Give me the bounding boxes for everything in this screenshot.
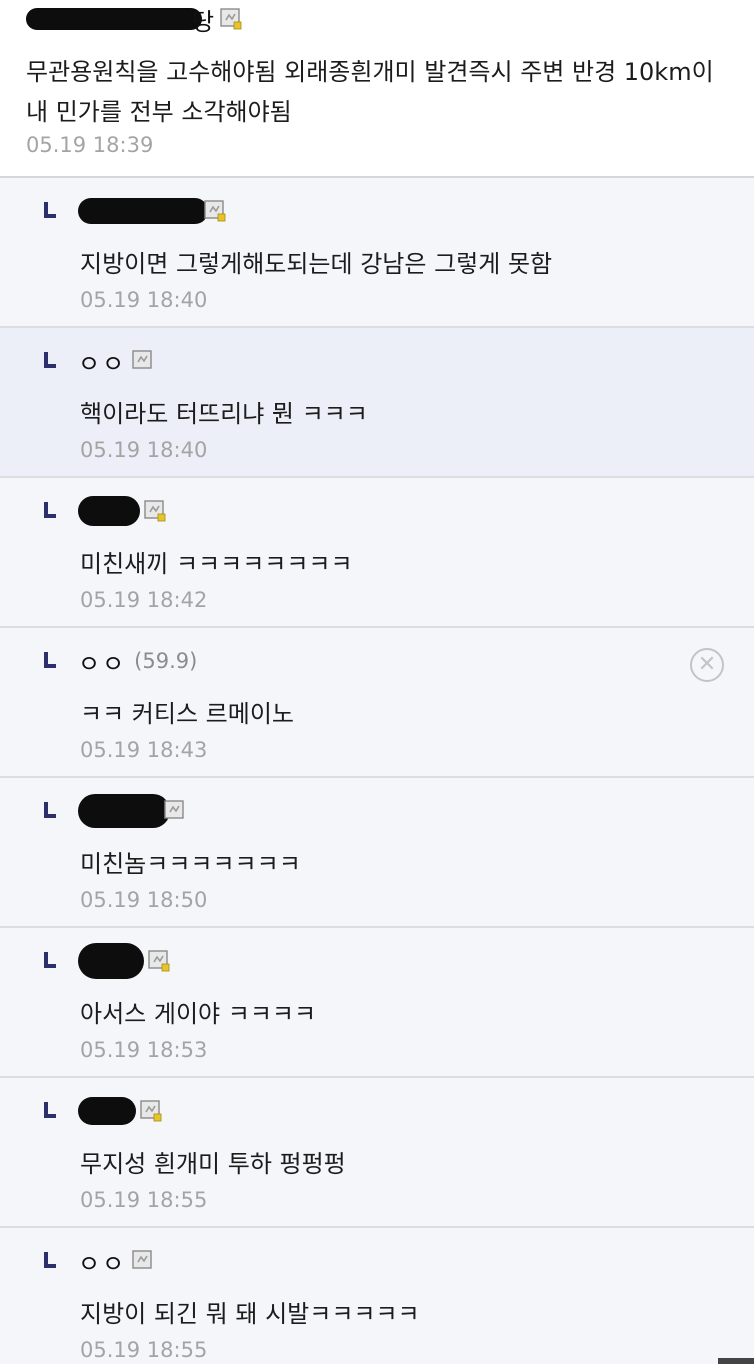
- reply-item: 미친새끼 ㅋㅋㅋㅋㅋㅋㅋㅋ 05.19 18:42: [0, 478, 754, 628]
- reply-nickname: ㅇㅇ: [78, 349, 127, 378]
- reply-arrow-icon: [44, 652, 56, 668]
- reply-date: 05.19 18:42: [80, 588, 208, 612]
- gallog-icon[interactable]: [148, 950, 170, 972]
- reply-text: 무지성 흰개미 투하 펑펑펑: [80, 1150, 346, 1178]
- reply-author[interactable]: [78, 794, 186, 828]
- reply-arrow-icon: [44, 352, 56, 368]
- reply-author[interactable]: ㅇㅇ: [78, 344, 154, 378]
- gallog-icon[interactable]: [204, 200, 226, 222]
- reply-text: 지방이면 그렇게해도되는데 강남은 그렇게 못함: [80, 250, 553, 278]
- redacted-nickname: [26, 8, 202, 30]
- gallog-icon[interactable]: [132, 350, 154, 372]
- reply-arrow-icon: [44, 802, 56, 818]
- reply-item: 아서스 게이야 ㅋㅋㅋㅋ 05.19 18:53: [0, 928, 754, 1078]
- reply-item: ㅇㅇ 핵이라도 터뜨리냐 뭔 ㅋㅋㅋ 05.19 18:40: [0, 328, 754, 478]
- gallog-icon[interactable]: [144, 500, 166, 522]
- reply-date: 05.19 18:55: [80, 1188, 208, 1212]
- nickname-tail: 당: [192, 7, 215, 36]
- reply-date: 05.19 18:53: [80, 1038, 208, 1062]
- reply-date: 05.19 18:43: [80, 738, 208, 762]
- reply-nickname: ㅇㅇ: [78, 1249, 127, 1278]
- comment-text: 무관용원칙을 고수해야됨 외래종흰개미 발견즉시 주변 반경 10km이내 민가…: [26, 58, 714, 126]
- gallog-icon[interactable]: [164, 800, 186, 822]
- reply-text: 핵이라도 터뜨리냐 뭔 ㅋㅋㅋ: [80, 400, 368, 428]
- reply-author[interactable]: ㅇㅇ: [78, 1244, 154, 1278]
- reply-date: 05.19 18:50: [80, 888, 208, 912]
- ip-address: (59.9): [134, 649, 198, 673]
- reply-text: 지방이 되긴 뭐 돼 시발ㅋㅋㅋㅋㅋ: [80, 1300, 420, 1328]
- reply-author[interactable]: ㅇㅇ (59.9): [78, 644, 197, 678]
- reply-item: 무지성 흰개미 투하 펑펑펑 05.19 18:55: [0, 1078, 754, 1228]
- reply-author[interactable]: [78, 943, 170, 979]
- reply-arrow-icon: [44, 1252, 56, 1268]
- gallog-icon[interactable]: [132, 1250, 154, 1272]
- reply-arrow-icon: [44, 202, 56, 218]
- reply-nickname: ㅇㅇ: [78, 649, 127, 678]
- comment-date: 05.19 18:39: [26, 133, 154, 157]
- reply-text: 아서스 게이야 ㅋㅋㅋㅋ: [80, 1000, 317, 1028]
- reply-item: ㅇㅇ 지방이 되긴 뭐 돼 시발ㅋㅋㅋㅋㅋ 05.19 18:55: [0, 1228, 754, 1364]
- reply-arrow-icon: [44, 952, 56, 968]
- gallog-icon[interactable]: [220, 8, 242, 30]
- reply-author[interactable]: [78, 494, 166, 528]
- gallog-icon[interactable]: [140, 1100, 162, 1122]
- comment-author[interactable]: 당: [26, 4, 242, 36]
- redacted-nickname: [78, 943, 144, 979]
- reply-date: 05.19 18:40: [80, 288, 208, 312]
- reply-text: 미친새끼 ㅋㅋㅋㅋㅋㅋㅋㅋ: [80, 550, 353, 578]
- reply-text: ㅋㅋ 커티스 르메이노: [80, 700, 294, 728]
- reply-date: 05.19 18:40: [80, 438, 208, 462]
- scroll-indicator: [718, 1358, 754, 1364]
- redacted-nickname: [78, 496, 140, 526]
- reply-item: 미친놈ㅋㅋㅋㅋㅋㅋㅋ 05.19 18:50: [0, 778, 754, 928]
- reply-arrow-icon: [44, 1102, 56, 1118]
- reply-text: 미친놈ㅋㅋㅋㅋㅋㅋㅋ: [80, 850, 301, 878]
- reply-author[interactable]: [78, 194, 226, 228]
- reply-item: ㅇㅇ (59.9) ✕ ㅋㅋ 커티스 르메이노 05.19 18:43: [0, 628, 754, 778]
- close-circle-icon[interactable]: ✕: [690, 648, 724, 682]
- redacted-nickname: [78, 198, 208, 224]
- comment-main: 당 무관용원칙을 고수해야됨 외래종흰개미 발견즉시 주변 반경 10km이내 …: [0, 0, 754, 178]
- reply-arrow-icon: [44, 502, 56, 518]
- redacted-nickname: [78, 1097, 136, 1125]
- reply-item: 지방이면 그렇게해도되는데 강남은 그렇게 못함 05.19 18:40: [0, 178, 754, 328]
- redacted-nickname: [78, 794, 170, 828]
- reply-author[interactable]: [78, 1094, 162, 1128]
- reply-date: 05.19 18:55: [80, 1338, 208, 1362]
